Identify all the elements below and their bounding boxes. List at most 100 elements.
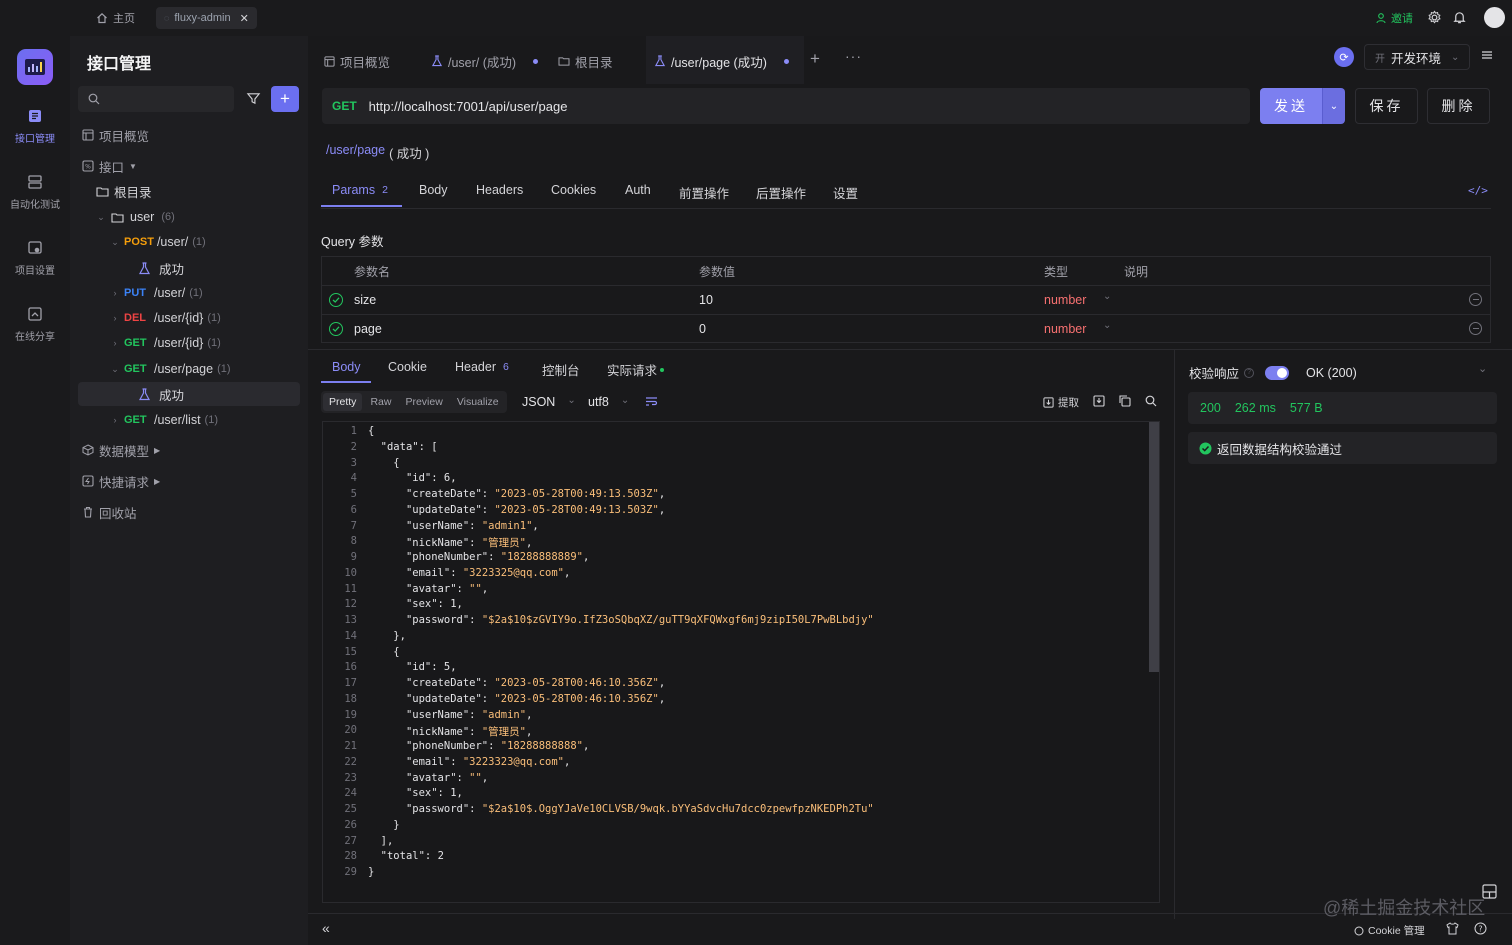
chevron-down-icon[interactable]: ⌄ bbox=[1103, 291, 1111, 302]
resp-tab-cookie[interactable]: Cookie bbox=[388, 360, 427, 374]
validate-toggle[interactable] bbox=[1265, 365, 1290, 380]
search-icon[interactable] bbox=[1145, 395, 1157, 407]
menu-icon[interactable] bbox=[1480, 48, 1494, 62]
encoding-select[interactable]: utf8 ⌄ bbox=[588, 395, 629, 409]
folder-user[interactable]: ⌄ user (6) bbox=[70, 205, 308, 229]
search-input[interactable] bbox=[78, 86, 234, 112]
sidebar-item-quick-request[interactable]: 快捷请求 ▶ bbox=[70, 469, 308, 493]
help-circle-icon[interactable]: ? bbox=[1474, 922, 1487, 935]
req-tab-settings[interactable]: 设置 bbox=[833, 183, 858, 202]
more-icon[interactable]: ··· bbox=[845, 48, 862, 64]
view-mode-raw[interactable]: Raw bbox=[364, 393, 397, 411]
example-success[interactable]: 成功 bbox=[70, 256, 308, 280]
project-tab[interactable]: ◌ fluxy-admin ✕ bbox=[156, 7, 257, 29]
wrap-lines-icon[interactable] bbox=[645, 395, 658, 408]
add-button[interactable]: + bbox=[271, 86, 299, 112]
example-success-selected[interactable]: 成功 bbox=[78, 382, 300, 406]
add-tab-button[interactable]: + bbox=[810, 49, 820, 69]
response-code-viewer[interactable]: 1 {2 "data": [3 {4 "id": 6, 5 "createDate"… bbox=[322, 421, 1160, 903]
sidebar-section-api[interactable]: % 接口 ▼ bbox=[70, 154, 308, 178]
download-icon[interactable] bbox=[1093, 395, 1105, 407]
line-number: 1 bbox=[350, 425, 357, 437]
endpoint-count: (1) bbox=[189, 287, 203, 299]
req-tab-pre-script[interactable]: 前置操作 bbox=[679, 183, 729, 202]
method-badge: GET bbox=[124, 363, 147, 375]
req-tab-body[interactable]: Body bbox=[419, 183, 448, 197]
endpoint-put-user[interactable]: › PUT /user/ (1) bbox=[70, 281, 308, 305]
param-type[interactable]: number bbox=[1044, 293, 1086, 307]
chevron-down-icon[interactable]: ⌄ bbox=[1103, 320, 1111, 331]
resp-tab-actual-request[interactable]: 实际请求 bbox=[607, 360, 665, 379]
copy-icon[interactable] bbox=[1119, 395, 1131, 407]
row-enabled-checkbox[interactable] bbox=[329, 293, 343, 307]
rail-item-automation[interactable]: 自动化测试 bbox=[0, 174, 70, 211]
remove-row-icon[interactable] bbox=[1469, 293, 1482, 306]
validate-status[interactable]: OK (200) bbox=[1306, 366, 1357, 380]
send-button[interactable]: 发送 bbox=[1260, 88, 1322, 124]
resp-tab-header[interactable]: Header 6 bbox=[455, 360, 509, 374]
scrollbar-thumb[interactable] bbox=[1149, 422, 1159, 672]
endpoint-del-user-id[interactable]: › DEL /user/{id} (1) bbox=[70, 306, 308, 330]
env-select[interactable]: 开 开发环境 ⌄ bbox=[1364, 44, 1470, 70]
rail-item-api-management[interactable]: 接口管理 bbox=[0, 108, 70, 145]
param-name[interactable]: size bbox=[354, 293, 376, 307]
validate-header: 校验响应 ? OK (200) bbox=[1189, 363, 1357, 382]
tab-root-folder[interactable]: 根目录 bbox=[558, 50, 613, 72]
endpoint-get-user-list[interactable]: › GET /user/list (1) bbox=[70, 408, 308, 432]
save-button[interactable]: 保存 bbox=[1355, 88, 1418, 124]
split-divider[interactable] bbox=[308, 349, 1512, 350]
invite-button[interactable]: 邀请 bbox=[1376, 10, 1413, 26]
tab-user-success[interactable]: /user/ (成功) bbox=[431, 50, 539, 72]
filter-icon[interactable] bbox=[246, 91, 261, 106]
param-value[interactable]: 10 bbox=[699, 293, 713, 307]
close-icon[interactable]: ✕ bbox=[240, 12, 249, 25]
req-tab-headers[interactable]: Headers bbox=[476, 183, 523, 197]
send-dropdown[interactable]: ⌄ bbox=[1322, 88, 1345, 124]
collapse-sidebar-icon[interactable]: « bbox=[322, 920, 330, 936]
req-tab-cookies[interactable]: Cookies bbox=[551, 183, 596, 197]
folder-root[interactable]: 根目录 bbox=[70, 179, 308, 203]
row-enabled-checkbox[interactable] bbox=[329, 322, 343, 336]
url-bar[interactable]: GET http://localhost:7001/api/user/page bbox=[322, 88, 1250, 124]
tab-overview[interactable]: 项目概览 bbox=[324, 50, 390, 72]
resp-tab-console[interactable]: 控制台 bbox=[542, 360, 580, 379]
view-mode-visualize[interactable]: Visualize bbox=[451, 393, 505, 411]
param-type[interactable]: number bbox=[1044, 322, 1086, 336]
col-header-desc: 说明 bbox=[1124, 265, 1149, 279]
url-input[interactable]: http://localhost:7001/api/user/page bbox=[369, 99, 568, 114]
shirt-icon[interactable] bbox=[1446, 922, 1459, 935]
app-logo[interactable] bbox=[17, 49, 53, 85]
req-tab-auth[interactable]: Auth bbox=[625, 183, 651, 197]
breadcrumb-path[interactable]: /user/page bbox=[326, 143, 385, 162]
rail-item-share[interactable]: 在线分享 bbox=[0, 306, 70, 343]
endpoint-post-user[interactable]: ⌄ POST /user/ (1) bbox=[70, 230, 308, 254]
req-tab-post-script[interactable]: 后置操作 bbox=[756, 183, 806, 202]
tab-user-page-success[interactable]: /user/page (成功) bbox=[654, 50, 789, 72]
format-select[interactable]: JSON ⌄ bbox=[522, 395, 576, 409]
sidebar-item-recycle-bin[interactable]: 回收站 bbox=[70, 500, 308, 524]
rail-item-project-settings[interactable]: 项目设置 bbox=[0, 240, 70, 277]
param-name[interactable]: page bbox=[354, 322, 382, 336]
settings-gear-icon[interactable] bbox=[1427, 10, 1442, 25]
cookie-manager-button[interactable]: Cookie 管理 bbox=[1354, 923, 1425, 938]
delete-button[interactable]: 删除 bbox=[1427, 88, 1490, 124]
home-tab[interactable]: 主页 bbox=[88, 7, 143, 29]
endpoint-get-user-id[interactable]: › GET /user/{id} (1) bbox=[70, 331, 308, 355]
sidebar-item-data-model[interactable]: 数据模型 ▶ bbox=[70, 438, 308, 462]
view-mode-pretty[interactable]: Pretty bbox=[323, 393, 363, 411]
remove-row-icon[interactable] bbox=[1469, 322, 1482, 335]
bell-icon[interactable] bbox=[1452, 10, 1467, 25]
extract-button[interactable]: 提取 bbox=[1043, 395, 1079, 410]
sidebar-item-overview[interactable]: 项目概览 bbox=[70, 123, 308, 147]
method-select[interactable]: GET bbox=[332, 99, 357, 113]
sync-icon[interactable]: ⟳ bbox=[1334, 47, 1354, 67]
help-icon[interactable]: ? bbox=[1244, 367, 1255, 378]
resp-tab-body[interactable]: Body bbox=[332, 360, 361, 374]
req-tab-params[interactable]: Params 2 bbox=[332, 183, 388, 197]
param-value[interactable]: 0 bbox=[699, 322, 706, 336]
code-snippet-icon[interactable]: </> bbox=[1468, 184, 1488, 197]
endpoint-get-user-page[interactable]: ⌄ GET /user/page (1) bbox=[70, 357, 308, 381]
view-mode-preview[interactable]: Preview bbox=[399, 393, 448, 411]
avatar[interactable] bbox=[1484, 7, 1505, 28]
chevron-down-icon[interactable]: ⌄ bbox=[1478, 362, 1487, 375]
